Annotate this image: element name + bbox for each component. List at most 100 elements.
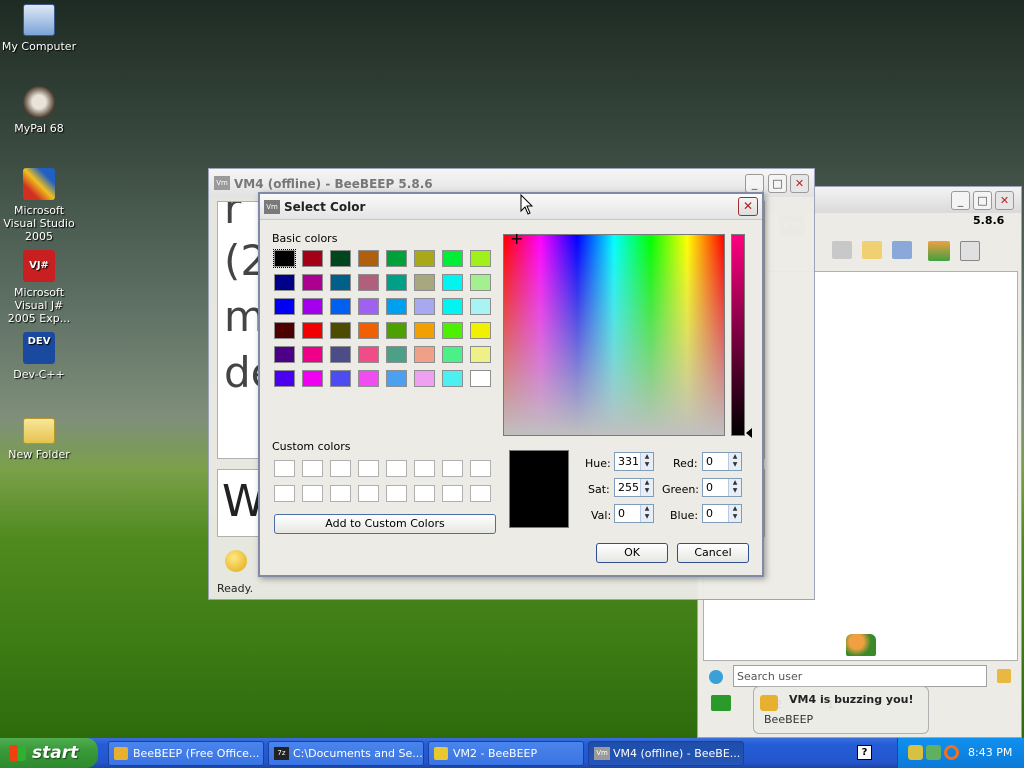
custom-color-swatch[interactable] [274, 485, 295, 502]
basic-color-swatch[interactable] [330, 346, 351, 363]
task-button[interactable]: VM2 - BeeBEEP [428, 741, 584, 766]
close-button[interactable]: ✕ [738, 197, 758, 216]
start-button[interactable]: start [0, 738, 98, 768]
buzz-notification[interactable]: VM4 is buzzing you! BeeBEEP [753, 686, 929, 734]
slider-arrow-icon[interactable] [746, 428, 752, 438]
custom-color-swatch[interactable] [386, 485, 407, 502]
basic-color-swatch[interactable] [470, 274, 491, 291]
basic-color-swatch[interactable] [442, 346, 463, 363]
task-button[interactable]: BeeBEEP (Free Office... [108, 741, 264, 766]
basic-color-swatch[interactable] [386, 370, 407, 387]
basic-color-swatch[interactable] [414, 322, 435, 339]
custom-color-swatch[interactable] [302, 460, 323, 477]
beebeep-tray-icon[interactable] [908, 745, 923, 760]
search-tray-icon[interactable] [944, 745, 959, 760]
desktop-icon-visual-jsharp[interactable]: VJ# Microsoft Visual J# 2005 Exp... [0, 250, 78, 325]
task-button-active[interactable]: Vm VM4 (offline) - BeeBE... [588, 741, 744, 766]
basic-color-swatch[interactable] [330, 370, 351, 387]
chat-tab-icon[interactable] [711, 695, 731, 711]
custom-color-swatch[interactable] [274, 460, 295, 477]
basic-color-swatch[interactable] [358, 274, 379, 291]
hue-field[interactable]: 331 ▲ ▼ [614, 452, 654, 471]
basic-color-swatch[interactable] [358, 298, 379, 315]
basic-color-swatch[interactable] [470, 250, 491, 267]
search-input[interactable]: Search user [733, 665, 987, 687]
custom-color-swatch[interactable] [414, 485, 435, 502]
basic-color-swatch[interactable] [386, 274, 407, 291]
basic-color-swatch[interactable] [302, 322, 323, 339]
home-icon[interactable] [832, 241, 852, 259]
basic-color-swatch[interactable] [358, 346, 379, 363]
basic-color-swatch[interactable] [442, 322, 463, 339]
red-field[interactable]: 0 ▲ ▼ [702, 452, 742, 471]
basic-color-swatch[interactable] [470, 322, 491, 339]
cancel-button[interactable]: Cancel [677, 543, 749, 563]
basic-color-swatch[interactable] [442, 274, 463, 291]
basic-color-swatch[interactable] [330, 274, 351, 291]
basic-color-swatch[interactable] [302, 346, 323, 363]
tools-icon[interactable] [892, 241, 912, 259]
basic-color-swatch[interactable] [274, 370, 295, 387]
update-icon[interactable] [928, 241, 950, 261]
clear-icon[interactable] [997, 669, 1011, 683]
basic-color-swatch[interactable] [358, 250, 379, 267]
basic-color-swatch[interactable] [274, 298, 295, 315]
custom-color-swatch[interactable] [414, 460, 435, 477]
basic-color-swatch[interactable] [330, 322, 351, 339]
custom-color-swatch[interactable] [358, 460, 379, 477]
basic-color-swatch[interactable] [442, 250, 463, 267]
desktop-icon-my-computer[interactable]: My Computer [0, 4, 78, 53]
desktop-icon-new-folder[interactable]: New Folder [0, 414, 78, 461]
maximize-button[interactable]: □ [768, 174, 787, 193]
custom-color-swatch[interactable] [358, 485, 379, 502]
basic-color-swatch[interactable] [414, 370, 435, 387]
desktop-icon-devcpp[interactable]: DEV Dev-C++ [0, 332, 78, 381]
blue-field[interactable]: 0 ▲ ▼ [702, 504, 742, 523]
basic-color-swatch[interactable] [442, 298, 463, 315]
close-button[interactable]: ✕ [790, 174, 809, 193]
basic-color-swatch[interactable] [386, 322, 407, 339]
custom-color-swatch[interactable] [330, 485, 351, 502]
help-icon[interactable]: ? [857, 745, 872, 760]
custom-color-swatch[interactable] [442, 460, 463, 477]
network-tray-icon[interactable] [926, 745, 941, 760]
select-color-dialog[interactable]: Vm Select Color ✕ Basic colors Custom co… [258, 192, 764, 577]
ok-button[interactable]: OK [596, 543, 668, 563]
basic-color-swatch[interactable] [330, 298, 351, 315]
minimize-button[interactable]: _ [745, 174, 764, 193]
basic-color-swatch[interactable] [358, 370, 379, 387]
basic-color-swatch[interactable] [330, 250, 351, 267]
basic-color-swatch[interactable] [302, 370, 323, 387]
task-button[interactable]: 7z C:\Documents and Se... [268, 741, 424, 766]
basic-color-swatch[interactable] [302, 274, 323, 291]
custom-color-swatch[interactable] [470, 460, 491, 477]
emoji-icon[interactable] [225, 550, 247, 572]
color-spectrum[interactable]: + [503, 231, 725, 436]
sat-field[interactable]: 255 ▲ ▼ [614, 478, 654, 497]
minimize-button[interactable]: _ [951, 191, 970, 210]
basic-color-swatch[interactable] [414, 346, 435, 363]
basic-color-swatch[interactable] [358, 322, 379, 339]
trash-icon[interactable] [960, 241, 980, 261]
custom-color-swatch[interactable] [386, 460, 407, 477]
add-to-custom-colors-button[interactable]: Add to Custom Colors [274, 514, 496, 534]
basic-color-swatch[interactable] [386, 298, 407, 315]
basic-color-swatch[interactable] [274, 274, 295, 291]
basic-color-swatch[interactable] [386, 346, 407, 363]
luminance-slider[interactable] [731, 234, 745, 436]
basic-color-swatch[interactable] [274, 322, 295, 339]
desktop-icon-visual-studio[interactable]: Microsoft Visual Studio 2005 [0, 168, 78, 243]
basic-color-swatch[interactable] [414, 274, 435, 291]
val-field[interactable]: 0 ▲ ▼ [614, 504, 654, 523]
basic-color-swatch[interactable] [302, 298, 323, 315]
basic-color-swatch[interactable] [302, 250, 323, 267]
custom-color-swatch[interactable] [442, 485, 463, 502]
custom-color-swatch[interactable] [330, 460, 351, 477]
custom-color-swatch[interactable] [470, 485, 491, 502]
edit-icon[interactable] [862, 241, 882, 259]
basic-color-swatch[interactable] [386, 250, 407, 267]
basic-color-swatch[interactable] [470, 346, 491, 363]
basic-color-swatch[interactable] [414, 298, 435, 315]
basic-color-swatch[interactable] [442, 370, 463, 387]
basic-color-swatch-selected[interactable] [273, 249, 296, 268]
